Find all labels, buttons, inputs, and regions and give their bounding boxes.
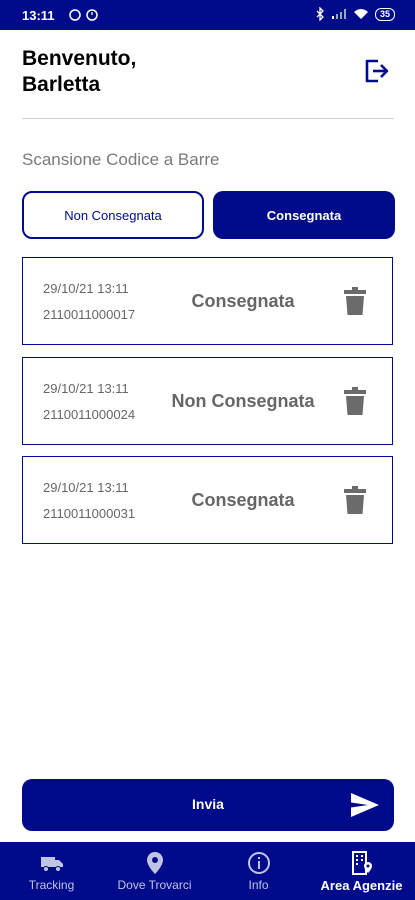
non-consegnata-button[interactable]: Non Consegnata (22, 191, 204, 239)
wifi-icon (353, 9, 368, 19)
scan-item-card: 29/10/21 13:11 2110011000031 Consegnata (22, 456, 393, 544)
scan-code: 2110011000024 (43, 407, 136, 422)
scan-status: Non Consegnata (171, 391, 315, 411)
scan-item-card: 29/10/21 13:11 2110011000024 Non Consegn… (22, 357, 393, 445)
scan-code: 2110011000031 (43, 506, 136, 521)
header-divider (22, 118, 394, 119)
bluetooth-icon (316, 7, 324, 21)
invia-button[interactable]: Invia (22, 779, 394, 831)
nav-tracking[interactable]: Tracking (0, 842, 103, 900)
nav-area-agenzie-label: Area Agenzie (320, 878, 403, 893)
nav-info-label: Info (248, 878, 269, 892)
scan-status: Consegnata (191, 490, 295, 510)
scan-date: 29/10/21 13:11 (43, 281, 129, 296)
notification-icons (68, 8, 102, 25)
scan-date: 29/10/21 13:11 (43, 381, 129, 396)
scan-code: 2110011000017 (43, 307, 136, 322)
send-icon (351, 793, 379, 817)
info-icon (247, 852, 270, 874)
invia-label: Invia (192, 796, 224, 812)
location-pin-icon (146, 852, 163, 874)
nav-area-agenzie[interactable]: Area Agenzie (310, 842, 413, 900)
bottom-navigation: Tracking Dove Trovarci Info Area Agenzie (0, 842, 415, 900)
alarm-icon (69, 9, 98, 21)
trash-icon[interactable] (343, 286, 367, 316)
welcome-line: Benvenuto, (22, 47, 137, 70)
scan-date: 29/10/21 13:11 (43, 480, 129, 495)
nav-dove-trovarci[interactable]: Dove Trovarci (103, 842, 206, 900)
scan-status: Consegnata (191, 291, 295, 311)
status-time: 13:11 (22, 8, 55, 23)
section-title: Scansione Codice a Barre (22, 150, 220, 169)
trash-icon[interactable] (343, 386, 367, 416)
logout-icon[interactable] (363, 57, 391, 85)
nav-tracking-label: Tracking (28, 878, 75, 892)
user-name: Barletta (22, 73, 101, 96)
nav-dove-trovarci-label: Dove Trovarci (117, 878, 192, 892)
signal-icon (331, 9, 346, 19)
truck-icon (40, 857, 63, 872)
consegnata-button[interactable]: Consegnata (213, 191, 395, 239)
nav-info[interactable]: Info (207, 842, 310, 900)
battery-indicator: 35 (374, 7, 395, 21)
building-icon (351, 851, 372, 875)
scan-item-card: 29/10/21 13:11 2110011000017 Consegnata (22, 257, 393, 345)
status-bar: 13:11 35 (0, 0, 415, 30)
trash-icon[interactable] (343, 485, 367, 515)
welcome-title: Benvenuto, Barletta (22, 46, 136, 98)
